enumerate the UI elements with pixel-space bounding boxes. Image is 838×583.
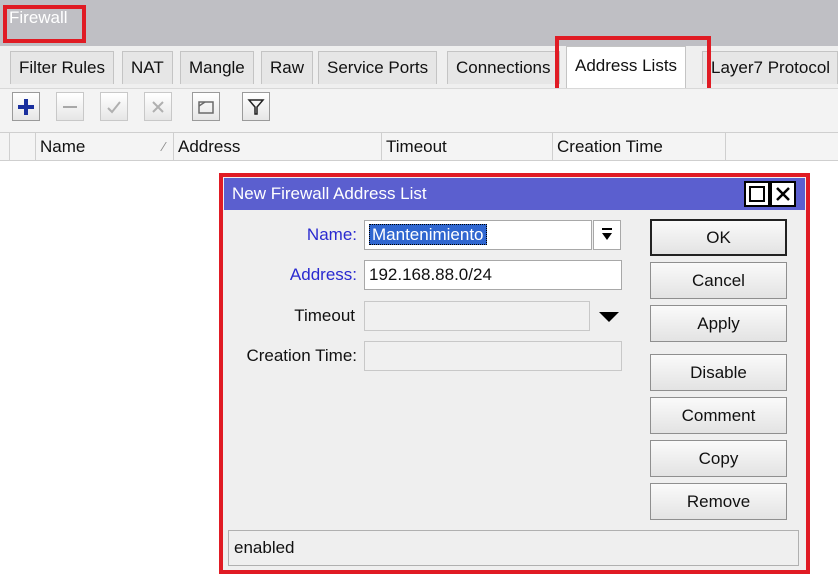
close-button[interactable] [770, 181, 796, 207]
tab-layer7-protocols[interactable]: Layer7 Protocol [702, 51, 838, 84]
remove-icon [63, 105, 77, 108]
creation-time-label: Creation Time: [246, 346, 357, 365]
name-label: Name: [306, 225, 357, 244]
timeout-field[interactable] [364, 301, 590, 331]
timeout-label: Timeout [294, 306, 355, 325]
add-button[interactable] [12, 92, 40, 121]
window-title: Firewall [9, 8, 68, 27]
address-field[interactable]: 192.168.88.0/24 [364, 260, 622, 290]
sort-icon: ⁄ [162, 139, 165, 154]
column-extra [725, 132, 838, 161]
column-timeout[interactable]: Timeout [381, 132, 552, 161]
disable-button[interactable] [144, 92, 172, 121]
copy-button[interactable]: Copy [650, 440, 787, 477]
ok-button[interactable]: OK [650, 219, 787, 256]
filter-icon [247, 98, 265, 115]
maximize-button[interactable] [744, 181, 770, 207]
triangle-down-icon [599, 312, 619, 322]
address-label: Address: [289, 265, 357, 284]
comment-button-dialog[interactable]: Comment [650, 397, 787, 434]
creation-time-field [364, 341, 622, 371]
tab-service-ports[interactable]: Service Ports [318, 51, 438, 84]
enable-icon [107, 100, 121, 113]
enable-button[interactable] [100, 92, 128, 121]
name-field[interactable]: Mantenimiento [364, 220, 592, 250]
column-name[interactable]: Name ⁄ [35, 132, 173, 161]
remove-button[interactable] [56, 92, 84, 121]
maximize-icon [749, 186, 765, 202]
remove-button-dialog[interactable]: Remove [650, 483, 787, 520]
comment-icon [198, 100, 214, 114]
status-bar: enabled [228, 530, 799, 566]
tab-connections[interactable]: Connections [447, 51, 560, 84]
close-icon [776, 187, 790, 201]
dialog-title: New Firewall Address List [232, 184, 427, 203]
cancel-button[interactable]: Cancel [650, 262, 787, 299]
name-dropdown-button[interactable] [593, 220, 621, 250]
disable-icon [152, 100, 164, 113]
name-value: Mantenimiento [369, 224, 487, 245]
timeout-dropdown-button[interactable] [598, 309, 620, 329]
filter-button[interactable] [242, 92, 270, 121]
arrow-down-icon [602, 228, 612, 240]
window-titlebar [0, 0, 838, 46]
column-creation-time[interactable]: Creation Time [552, 132, 725, 161]
add-icon [18, 98, 34, 115]
comment-button[interactable] [192, 92, 220, 121]
tab-mangle[interactable]: Mangle [180, 51, 254, 84]
disable-button-dialog[interactable]: Disable [650, 354, 787, 391]
apply-button[interactable]: Apply [650, 305, 787, 342]
tab-nat[interactable]: NAT [122, 51, 173, 84]
tab-highlight [555, 36, 711, 93]
column-address[interactable]: Address [173, 132, 381, 161]
tab-raw[interactable]: Raw [261, 51, 314, 84]
tab-filter-rules[interactable]: Filter Rules [10, 51, 114, 84]
